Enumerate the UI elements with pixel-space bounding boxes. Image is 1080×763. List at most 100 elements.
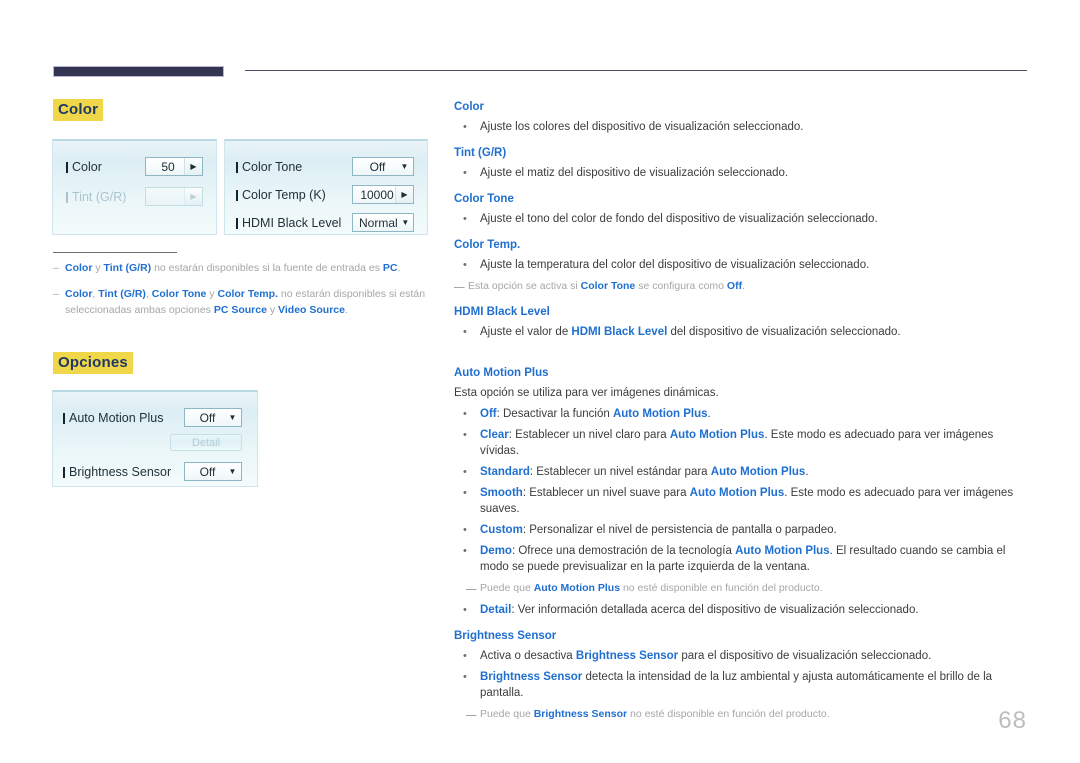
bullet-item-text: Ajuste el matiz del dispositivo de visua… [480,167,789,179]
note-text: Color y Tint (G/R) no estarán disponible… [65,262,401,274]
bullet-tick-icon [63,412,65,424]
bullet-item-text: Smooth: Establecer un nivel suave para A… [480,487,1014,515]
bullet-item-text: Off: Desactivar la función Auto Motion P… [480,408,711,420]
description-note: — Esta opción se activa si Color Tone se … [454,278,1028,294]
osd-field-color[interactable]: 50 ▶ [145,157,203,176]
description-bullet-item: • Clear: Establecer un nivel claro para A… [454,427,1028,459]
bullet-icon: • [463,604,467,616]
chevron-down-icon[interactable]: ▼ [398,214,413,231]
bullet-icon: • [463,524,467,536]
bullet-item-text: Clear: Establecer un nivel claro para Au… [480,429,994,457]
bullet-icon: • [463,408,467,420]
description-heading: Color Tone [454,193,514,205]
page-number: 68 [998,707,1027,734]
description-bullet-item: • Activa o desactiva Brightness Sensor pa… [454,648,1028,664]
osd-field-brightness-sensor[interactable]: Off ▼ [184,462,242,481]
description-bullet-item: • Standard: Establecer un nivel estándar … [454,464,1028,480]
description-note: — Puede que Auto Motion Plus no esté disp… [454,580,1028,596]
description-bullet-item: • Smooth: Establecer un nivel suave para … [454,485,1028,517]
description-heading: Color [454,101,485,113]
bullet-tick-icon [236,161,238,173]
left-note-2: – Color, Tint (G/R), Color Tone y Color T… [53,286,433,318]
bullet-tick-icon [63,466,65,478]
note-dash-marker: — [466,583,477,595]
description-heading: Auto Motion Plus [454,367,549,379]
bullet-icon: • [463,466,467,478]
osd-field-hdmi-black-level[interactable]: Normal ▼ [352,213,414,232]
spinner-right-arrow-icon[interactable]: ▶ [184,158,202,175]
description-heading: Color Temp. [454,239,521,251]
description-bullet-item: • Ajuste el matiz del dispositivo de visu… [454,165,1028,181]
bullet-icon: • [463,429,467,441]
bullet-item-text: Ajuste el valor de HDMI Black Level del … [480,326,901,338]
bullet-icon: • [463,213,467,225]
osd-options-panel: Auto Motion Plus Off ▼ Detail Brightness… [52,390,258,487]
description-bullet-item: • Off: Desactivar la función Auto Motion … [454,406,1028,422]
bullet-icon: • [463,671,467,683]
note-text: Puede que Auto Motion Plus no esté dispo… [480,582,823,594]
bullet-tick-icon [236,217,238,229]
osd-field-color-tone[interactable]: Off ▼ [352,157,414,176]
bullet-icon: • [463,259,467,271]
chevron-down-icon[interactable]: ▼ [224,409,241,426]
note-dash-marker: – [53,262,59,274]
description-bullet-item: • Custom: Personalizar el nivel de persis… [454,522,1028,538]
detail-button: Detail [170,434,242,451]
osd-label-hdmi-black-level: HDMI Black Level [236,216,341,230]
section-heading-color: Color [53,99,104,122]
bullet-item-text: Ajuste la temperatura del color del disp… [480,259,870,271]
description-paragraph: Esta opción se utiliza para ver imágenes… [454,387,719,399]
bullet-item-text: Custom: Personalizar el nivel de persist… [480,524,837,536]
note-text: Puede que Brightness Sensor no esté disp… [480,708,830,720]
bullet-item-text: Standard: Establecer un nivel estándar p… [480,466,809,478]
osd-color-left-group: Color 50 ▶ Tint (G/R) ▶ [52,139,217,235]
bullet-item-text: Brightness Sensor detecta la intensidad … [480,671,993,699]
description-bullet-item: • Ajuste el tono del color de fondo del d… [454,211,1028,227]
description-bullet-item: • Ajuste el valor de HDMI Black Level del… [454,324,1028,340]
osd-label-brightness-sensor: Brightness Sensor [63,465,171,479]
spinner-right-arrow-icon: ▶ [184,188,202,205]
bullet-icon: • [463,167,467,179]
osd-color-right-group: Color Tone Off ▼ Color Temp (K) 10000 ▶ … [224,139,428,235]
bullet-tick-icon [66,161,68,173]
left-note-1: – Color y Tint (G/R) no estarán disponibl… [53,260,433,276]
section-heading-opciones: Opciones [53,352,133,375]
osd-color-panel: Color 50 ▶ Tint (G/R) ▶ Color Tone Off ▼… [52,139,428,235]
note-dash-marker: — [466,709,477,721]
osd-options-group: Auto Motion Plus Off ▼ Detail Brightness… [52,390,258,487]
osd-field-tint: ▶ [145,187,203,206]
chevron-down-icon[interactable]: ▼ [396,158,413,175]
osd-label-color-temp: Color Temp (K) [236,188,326,202]
description-heading: Brightness Sensor [454,630,557,642]
description-note: — Puede que Brightness Sensor no esté dis… [454,706,1028,722]
bullet-icon: • [463,487,467,499]
spinner-right-arrow-icon[interactable]: ▶ [395,186,413,203]
osd-label-auto-motion-plus: Auto Motion Plus [63,411,164,425]
header-rule-thick [53,66,224,77]
bullet-icon: • [463,545,467,557]
note-dash-marker: — [454,281,465,293]
osd-field-color-temp[interactable]: 10000 ▶ [352,185,414,204]
bullet-tick-icon [236,189,238,201]
bullet-item-text: Ajuste los colores del dispositivo de vi… [480,121,804,133]
bullet-item-text: Ajuste el tono del color de fondo del di… [480,213,878,225]
description-column: Color • Ajuste los colores del dispositivo… [454,100,1028,728]
description-heading: HDMI Black Level [454,306,550,318]
bullet-icon: • [463,121,467,133]
bullet-item-text: Demo: Ofrece una demostración de la tecn… [480,545,1006,573]
description-heading: Tint (G/R) [454,147,507,159]
osd-label-color-tone: Color Tone [236,160,302,174]
osd-field-auto-motion-plus[interactable]: Off ▼ [184,408,242,427]
note-dash-marker: – [53,288,59,300]
description-bullet-item: • Ajuste la temperatura del color del dis… [454,257,1028,273]
left-notes-divider [53,252,177,253]
description-bullet-item: • Detail: Ver información detallada acerc… [454,602,1028,618]
osd-label-tint: Tint (G/R) [66,190,126,204]
bullet-item-text: Activa o desactiva Brightness Sensor par… [480,650,932,662]
osd-label-color: Color [66,160,102,174]
bullet-item-text: Detail: Ver información detallada acerca… [480,604,919,616]
note-text: Esta opción se activa si Color Tone se c… [468,280,746,292]
description-bullet-item: • Ajuste los colores del dispositivo de v… [454,119,1028,135]
note-text: Color, Tint (G/R), Color Tone y Color Te… [65,288,426,316]
chevron-down-icon[interactable]: ▼ [224,463,241,480]
